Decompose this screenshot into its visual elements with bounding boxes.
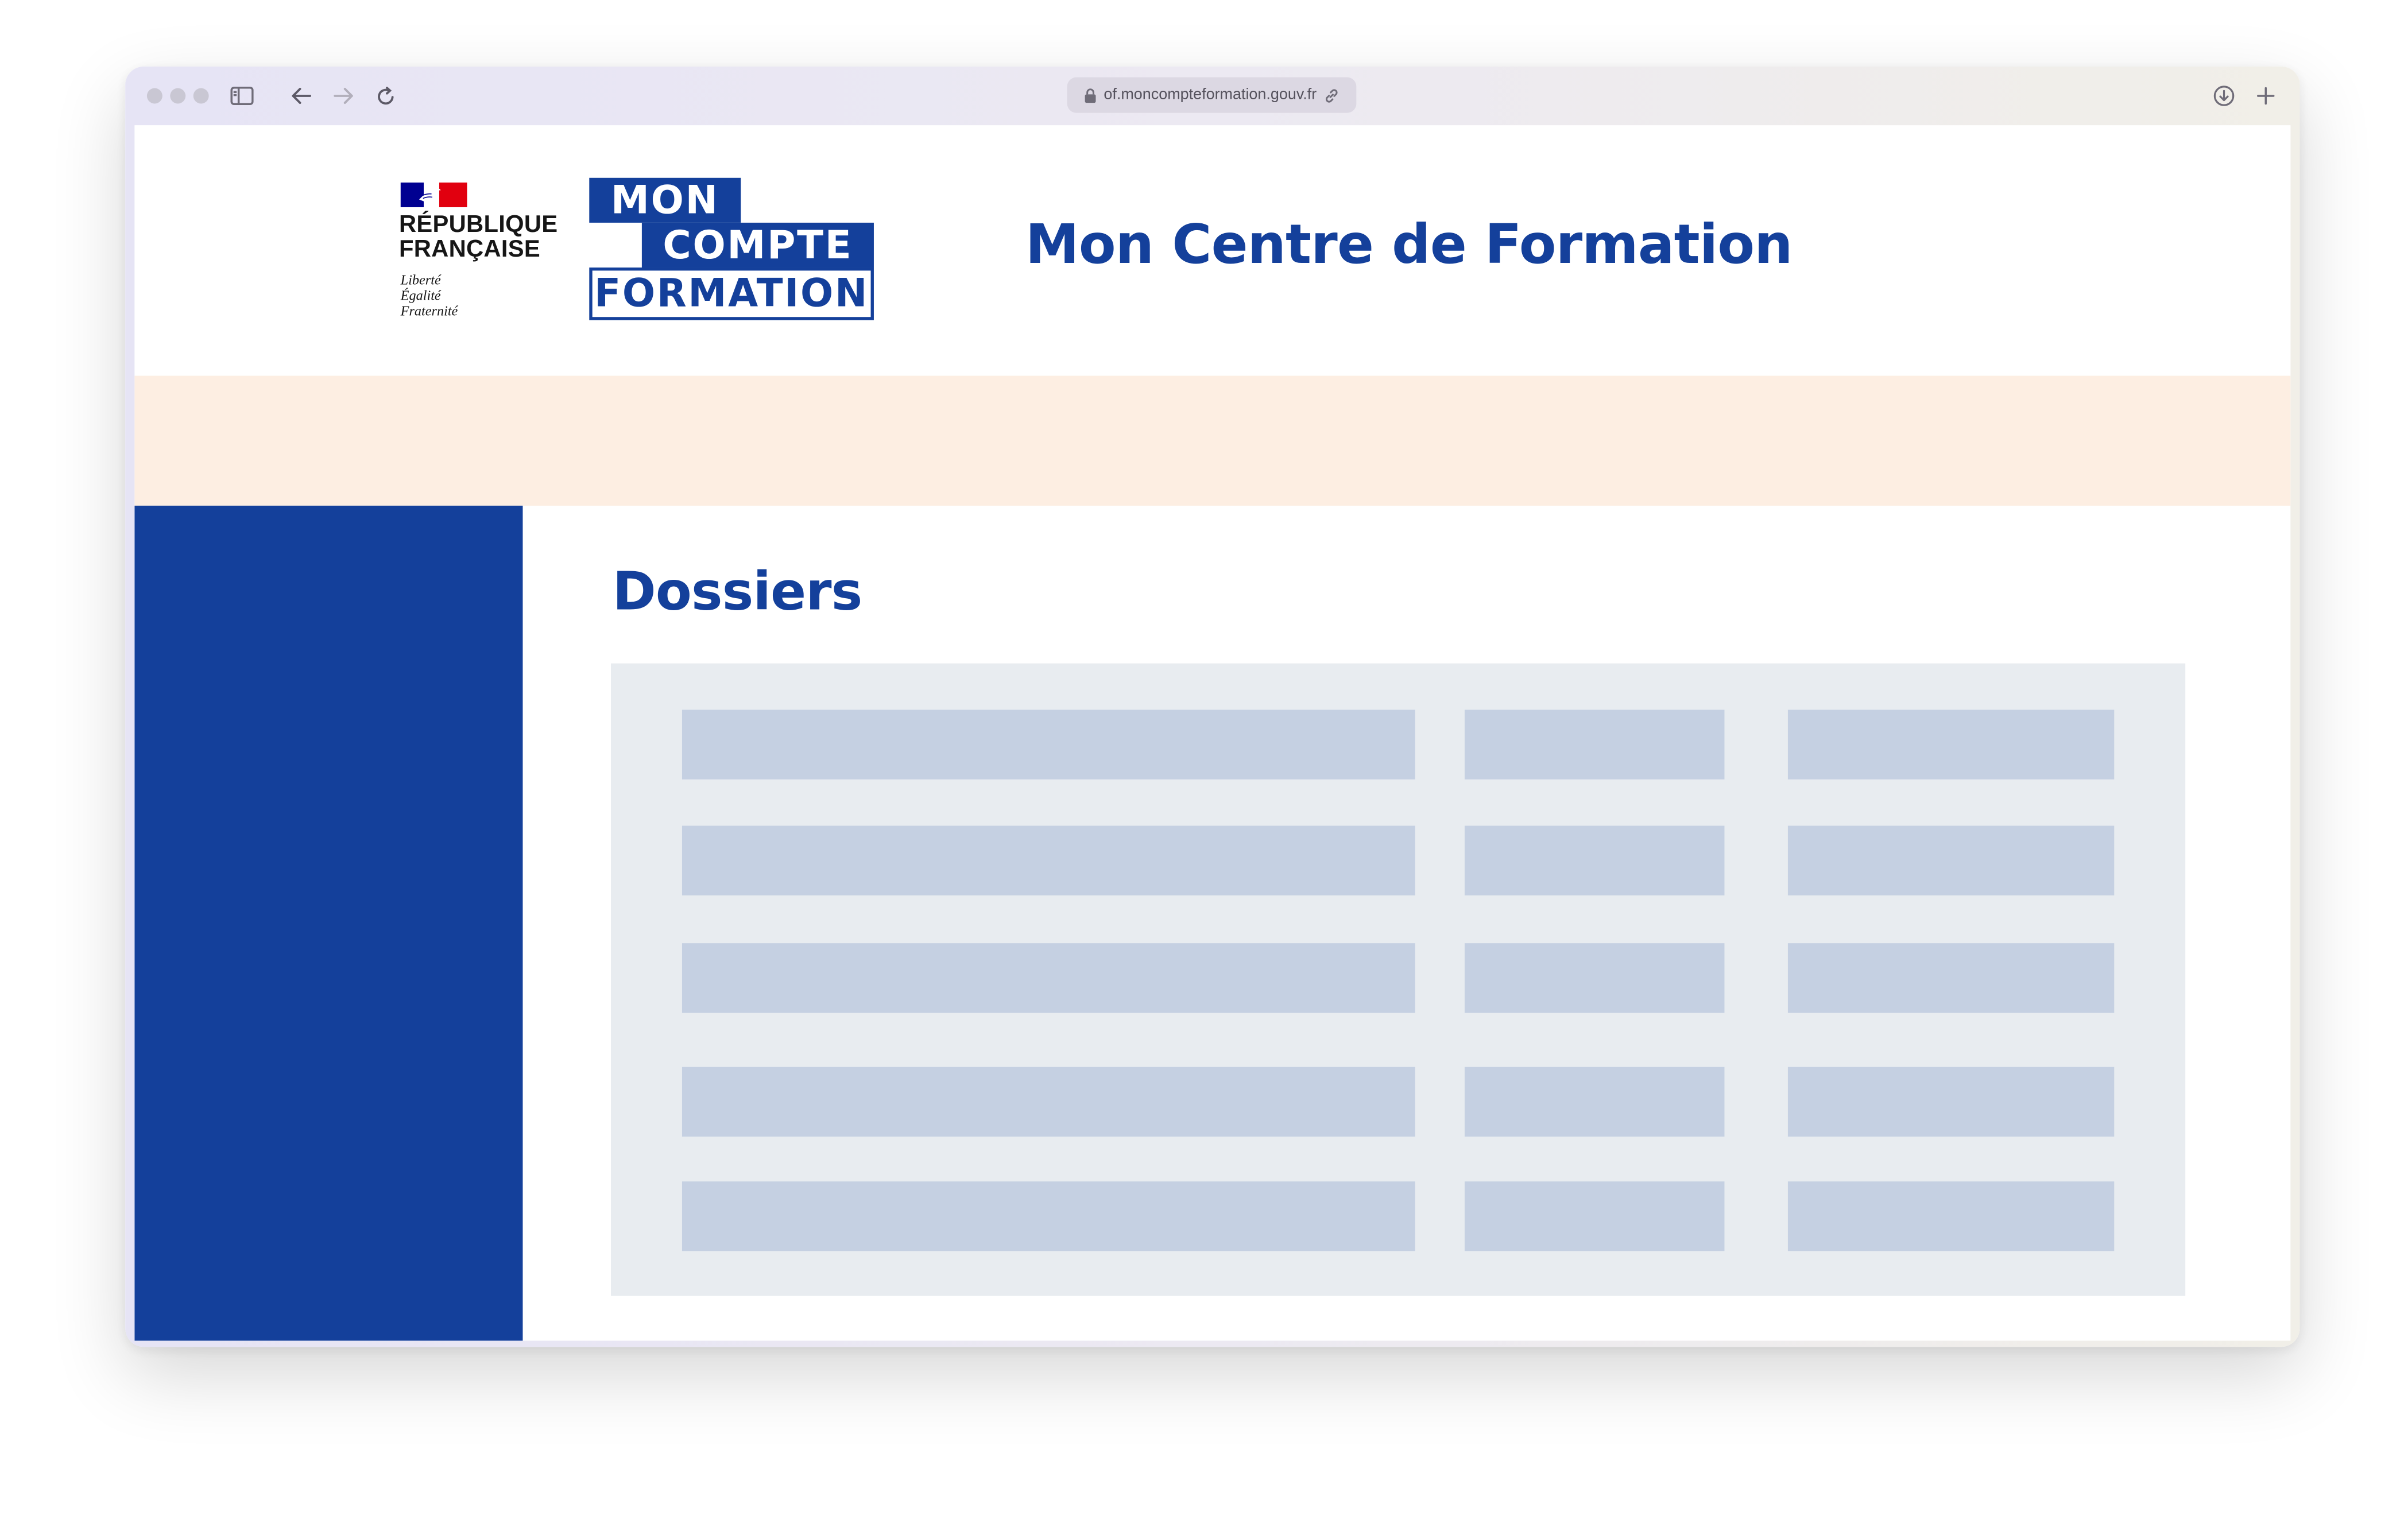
rf-motto: Liberté Égalité Fraternité (401, 272, 458, 319)
rf-line-2: FRANÇAISE (398, 237, 540, 263)
lock-icon (1084, 87, 1095, 102)
site-title: Mon Centre de Formation (1025, 215, 1793, 277)
table-cell-placeholder (1787, 1181, 2115, 1251)
table-cell-placeholder (682, 1181, 1415, 1251)
forward-arrow-icon[interactable] (330, 82, 357, 110)
minimize-window-button[interactable] (170, 88, 186, 104)
sidebar-toggle-icon[interactable] (227, 82, 255, 110)
table-cell-placeholder (1464, 1067, 1725, 1137)
motto-egalite: Égalité (400, 288, 441, 303)
browser-toolbar: of.moncompteformation.gouv.fr (125, 67, 2299, 125)
reload-icon[interactable] (371, 82, 398, 110)
table-cell-placeholder (1464, 826, 1725, 896)
table-cell-placeholder (682, 710, 1415, 780)
address-url: of.moncompteformation.gouv.fr (1104, 86, 1317, 104)
logo-word-formation: FORMATION (589, 268, 874, 320)
main-content: Dossiers (522, 506, 2290, 1341)
table-cell-placeholder (682, 826, 1415, 896)
page-title: Dossiers (612, 561, 863, 623)
mon-compte-formation-logo[interactable]: MON COMPTE FORMATION (589, 178, 874, 320)
motto-fraternite: Fraternité (400, 303, 458, 319)
download-icon[interactable] (2210, 82, 2237, 110)
close-window-button[interactable] (146, 88, 162, 104)
zoom-window-button[interactable] (193, 88, 209, 104)
table-cell-placeholder (1787, 710, 2115, 780)
link-icon[interactable] (1325, 87, 1340, 103)
marianne-flag-icon (400, 182, 467, 207)
logo-word-mon: MON (589, 178, 741, 223)
table-cell-placeholder (682, 943, 1415, 1013)
rf-line-1: RÉPUBLIQUE (398, 212, 558, 238)
page-viewport: RÉPUBLIQUE FRANÇAISE Liberté Égalité Fra… (134, 125, 2291, 1341)
table-cell-placeholder (682, 1067, 1415, 1137)
motto-liberte: Liberté (400, 272, 441, 288)
browser-window: of.moncompteformation.gouv.fr RÉPUBLIQUE… (125, 66, 2300, 1347)
table-cell-placeholder (1787, 826, 2115, 896)
table-cell-placeholder (1787, 943, 2115, 1013)
site-header: RÉPUBLIQUE FRANÇAISE Liberté Égalité Fra… (134, 125, 2291, 376)
new-tab-icon[interactable] (2252, 82, 2279, 110)
address-bar[interactable]: of.moncompteformation.gouv.fr (1067, 77, 1357, 113)
logo-word-compte: COMPTE (641, 222, 874, 268)
sidebar-navigation (134, 505, 523, 1341)
republique-francaise-text: RÉPUBLIQUE FRANÇAISE (398, 212, 558, 263)
notice-banner (134, 375, 2291, 506)
dossiers-table (611, 663, 2186, 1296)
table-cell-placeholder (1464, 710, 1725, 780)
table-cell-placeholder (1464, 943, 1725, 1013)
table-cell-placeholder (1787, 1067, 2115, 1137)
table-cell-placeholder (1464, 1181, 1725, 1251)
republique-francaise-logo[interactable]: RÉPUBLIQUE FRANÇAISE Liberté Égalité Fra… (398, 182, 569, 330)
back-arrow-icon[interactable] (288, 82, 315, 110)
